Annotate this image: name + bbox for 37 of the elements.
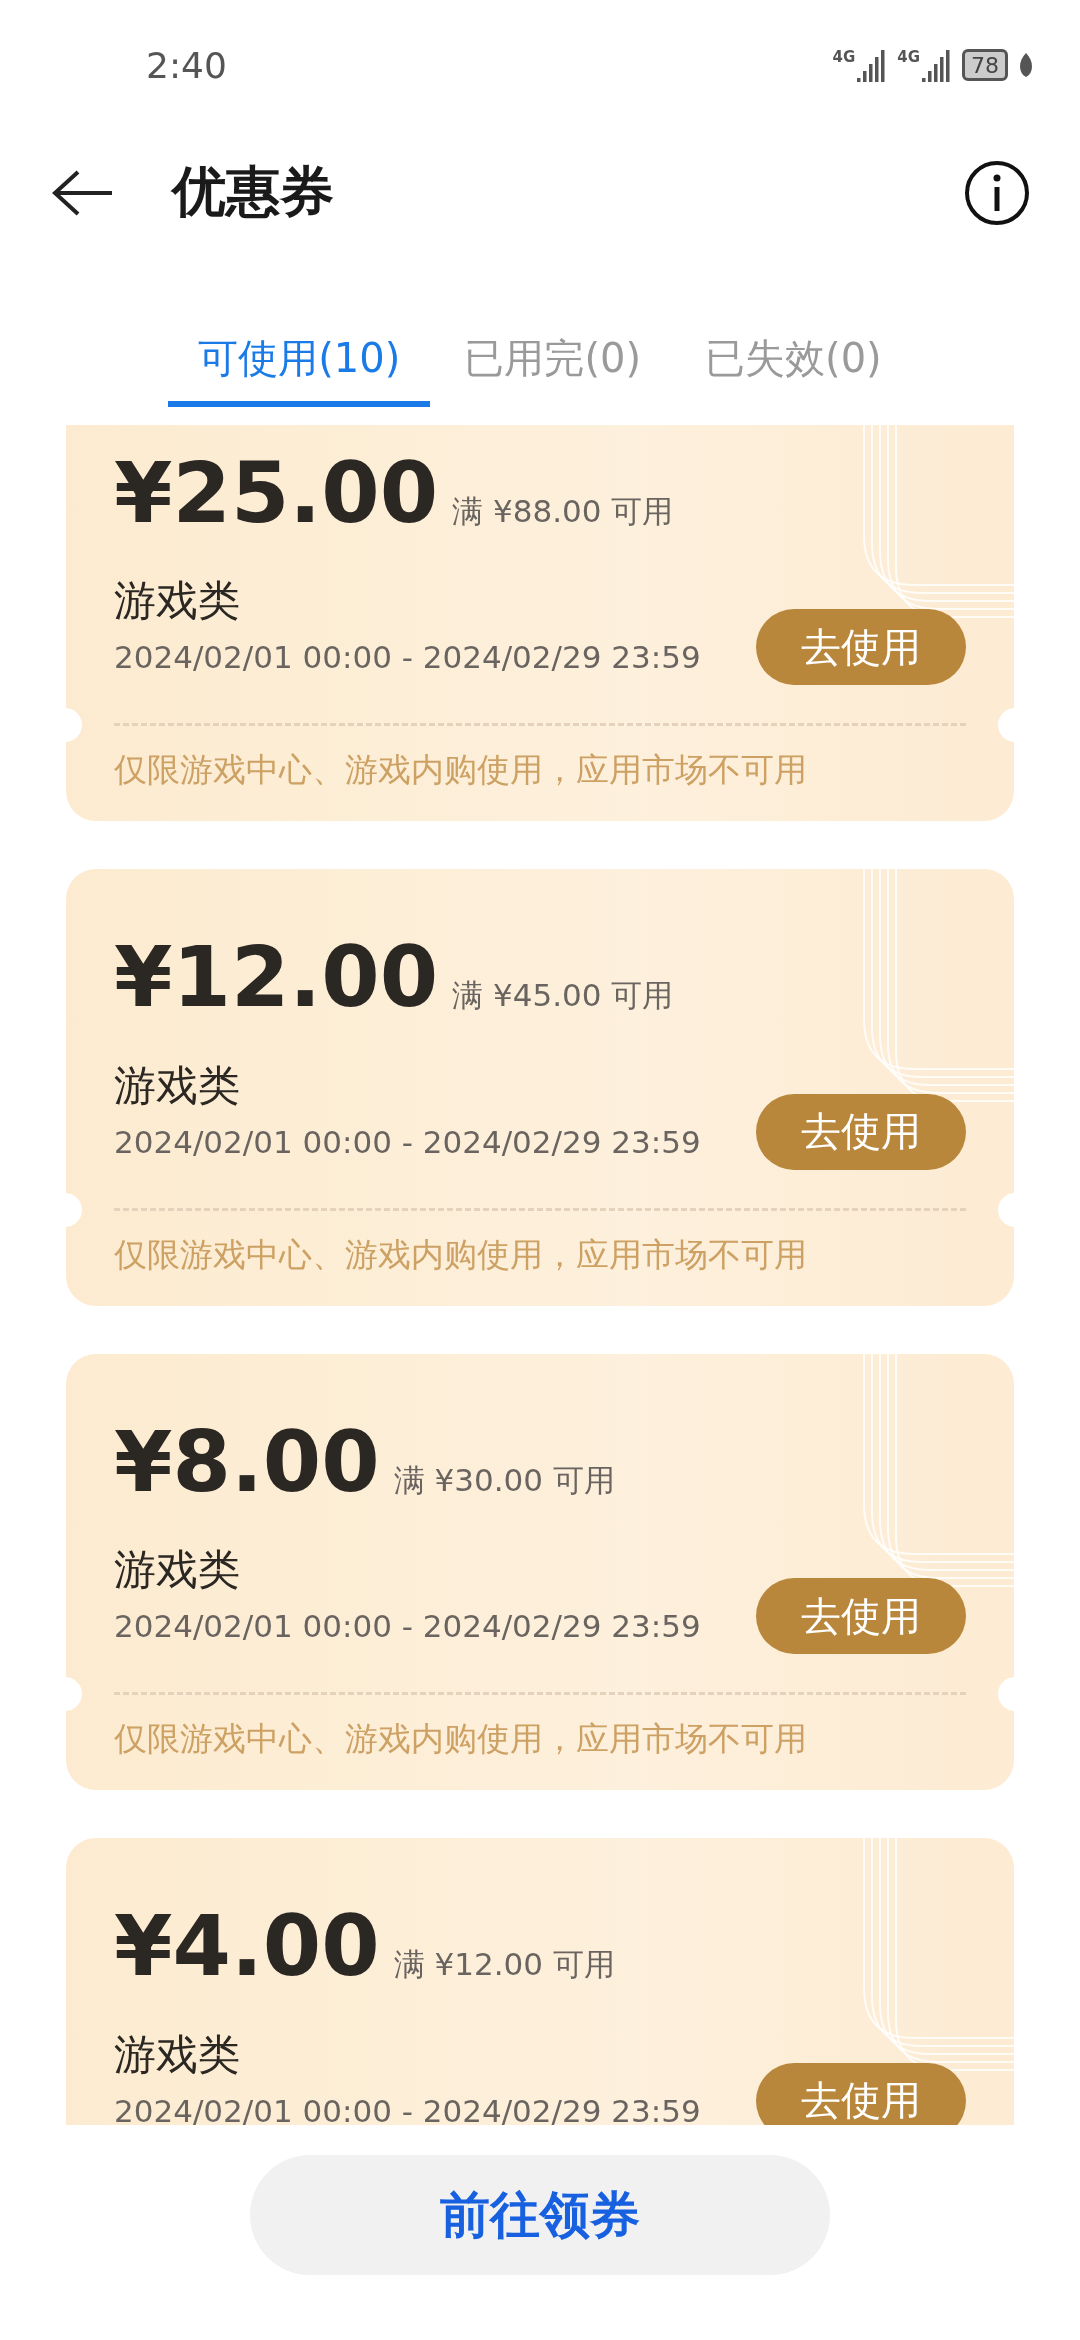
tab[interactable]: 已用完(0): [434, 315, 672, 407]
coupon-condition: 满 ¥30.00 可用: [393, 1460, 615, 1500]
validity-period: 2024/02/01 00:00 - 2024/02/29 23:59: [114, 1608, 702, 1645]
validity-period: 2024/02/01 00:00 - 2024/02/29 23:59: [114, 2092, 702, 2125]
info-icon[interactable]: [964, 159, 1030, 226]
signal-icon: [922, 48, 952, 82]
get-coupons-button[interactable]: 前往领券: [250, 2155, 830, 2275]
clock: 2:40: [146, 44, 227, 86]
validity-period: 2024/02/01 00:00 - 2024/02/29 23:59: [114, 1123, 702, 1160]
tab[interactable]: 可使用(10): [168, 315, 431, 407]
use-button[interactable]: 去使用: [756, 609, 966, 686]
coupon-note: 仅限游戏中心、游戏内购使用，应用市场不可用: [113, 749, 808, 792]
coupon-category: 游戏类: [114, 575, 241, 628]
back-icon[interactable]: [52, 169, 114, 216]
coupon-condition: 满 ¥88.00 可用: [452, 492, 674, 531]
coupon-note: 仅限游戏中心、游戏内购使用，应用市场不可用: [113, 1718, 808, 1761]
page-title: 优惠券: [172, 159, 335, 225]
use-button[interactable]: 去使用: [756, 2062, 966, 2125]
coupon-category: 游戏类: [114, 1544, 241, 1597]
coupon-condition: 满 ¥45.00 可用: [452, 976, 674, 1016]
battery-indicator: 78: [962, 49, 1008, 81]
signal-icon: [857, 48, 888, 82]
use-button[interactable]: 去使用: [756, 1578, 966, 1655]
validity-period: 2024/02/01 00:00 - 2024/02/29 23:59: [114, 639, 702, 676]
network-label: 4G: [832, 48, 856, 66]
coupon-category: 游戏类: [114, 1059, 241, 1112]
coupon-note: 仅限游戏中心、游戏内购使用，应用市场不可用: [113, 1233, 808, 1276]
network-label: 4G: [897, 48, 920, 66]
coupon-amount: ¥25.00: [114, 447, 439, 540]
leaf-icon: [1018, 51, 1034, 79]
coupon-amount: ¥4.00: [114, 1900, 380, 1993]
tab[interactable]: 已失效(0): [675, 315, 912, 407]
coupon-category: 游戏类: [114, 2028, 241, 2081]
coupon-amount: ¥8.00: [114, 1415, 380, 1509]
coupon-amount: ¥12.00: [114, 931, 439, 1024]
coupon-condition: 满 ¥12.00 可用: [393, 1945, 615, 1985]
use-button[interactable]: 去使用: [756, 1093, 966, 1170]
